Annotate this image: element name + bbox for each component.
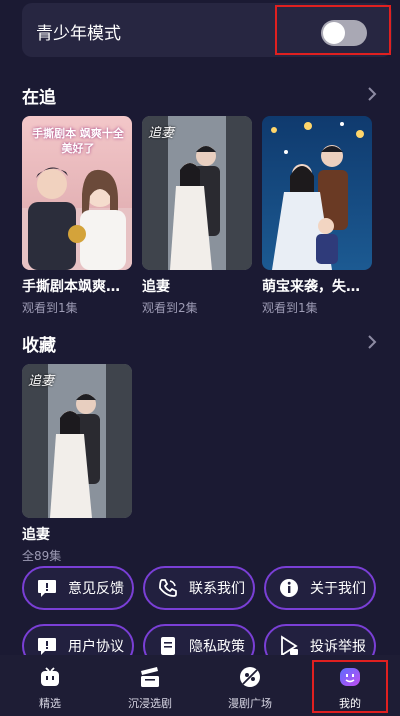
teen-mode-toggle[interactable] (321, 20, 367, 46)
poster-title-text: 追妻 (28, 374, 55, 389)
card-title: 手撕剧本飒爽… (22, 279, 120, 295)
poster-image: 手撕剧本 飒爽十全美好了 (22, 116, 132, 270)
contact-us-label: 联系我们 (189, 581, 245, 597)
comic-icon (240, 667, 260, 687)
report-label: 投诉举报 (310, 639, 366, 655)
following-card-1[interactable]: 手撕剧本 飒爽十全美好了 手撕剧本飒爽… 观看到1集 (22, 116, 134, 316)
following-card-2[interactable]: 追妻 追妻 观看到2集 (142, 116, 254, 316)
about-us-button[interactable]: 关于我们 (264, 566, 376, 610)
poster-title-text: 追妻 (148, 126, 175, 141)
card-progress: 观看到1集 (22, 301, 78, 315)
feedback-button[interactable]: 意见反馈 (22, 566, 134, 610)
poster-image: 追妻 (22, 364, 132, 518)
tab-comic-plaza-label: 漫剧广场 (228, 697, 272, 710)
favorite-card-1[interactable]: 追妻 追妻 全89集 (22, 364, 134, 564)
card-title: 追妻 (22, 527, 50, 543)
tab-comic-plaza[interactable]: 漫剧广场 (200, 655, 300, 716)
poster-title-text: 手撕剧本 飒爽十全美好了 (32, 127, 124, 155)
feedback-label: 意见反馈 (68, 581, 124, 597)
info-icon (280, 579, 298, 597)
tab-featured-label: 精选 (39, 697, 61, 710)
toggle-knob (323, 22, 345, 44)
card-progress: 观看到2集 (142, 301, 198, 315)
card-title: 萌宝来袭，失… (262, 279, 360, 295)
card-progress: 观看到1集 (262, 301, 318, 315)
contact-us-button[interactable]: 联系我们 (143, 566, 255, 610)
card-title: 追妻 (142, 279, 170, 295)
privacy-policy-label: 隐私政策 (189, 639, 245, 655)
favorites-section-title: 收藏 (22, 336, 56, 356)
tv-icon (41, 667, 59, 686)
about-us-label: 关于我们 (310, 581, 366, 597)
privacy-icon (161, 637, 175, 655)
card-episodes: 全89集 (22, 549, 62, 563)
tab-featured[interactable]: 精选 (0, 655, 100, 716)
poster-image: 追妻 (142, 116, 252, 270)
agreement-icon (38, 638, 56, 655)
poster-image (262, 116, 372, 270)
teen-mode-toggle-highlight (275, 5, 391, 55)
feedback-icon (38, 580, 56, 597)
tab-immersive-label: 沉浸选剧 (128, 697, 172, 710)
teen-mode-label: 青少年模式 (36, 24, 121, 44)
clapper-icon (141, 667, 159, 687)
report-icon (281, 635, 298, 657)
user-agreement-label: 用户协议 (68, 639, 124, 655)
favorites-more-chevron-icon[interactable] (365, 334, 379, 350)
tab-immersive[interactable]: 沉浸选剧 (100, 655, 200, 716)
tab-mine-highlight (312, 660, 388, 713)
following-section-title: 在追 (22, 88, 56, 108)
following-more-chevron-icon[interactable] (365, 86, 379, 102)
phone-icon (159, 579, 177, 597)
following-card-3[interactable]: 萌宝来袭，失… 观看到1集 (262, 116, 374, 316)
teen-mode-bar: 青少年模式 (22, 3, 392, 57)
